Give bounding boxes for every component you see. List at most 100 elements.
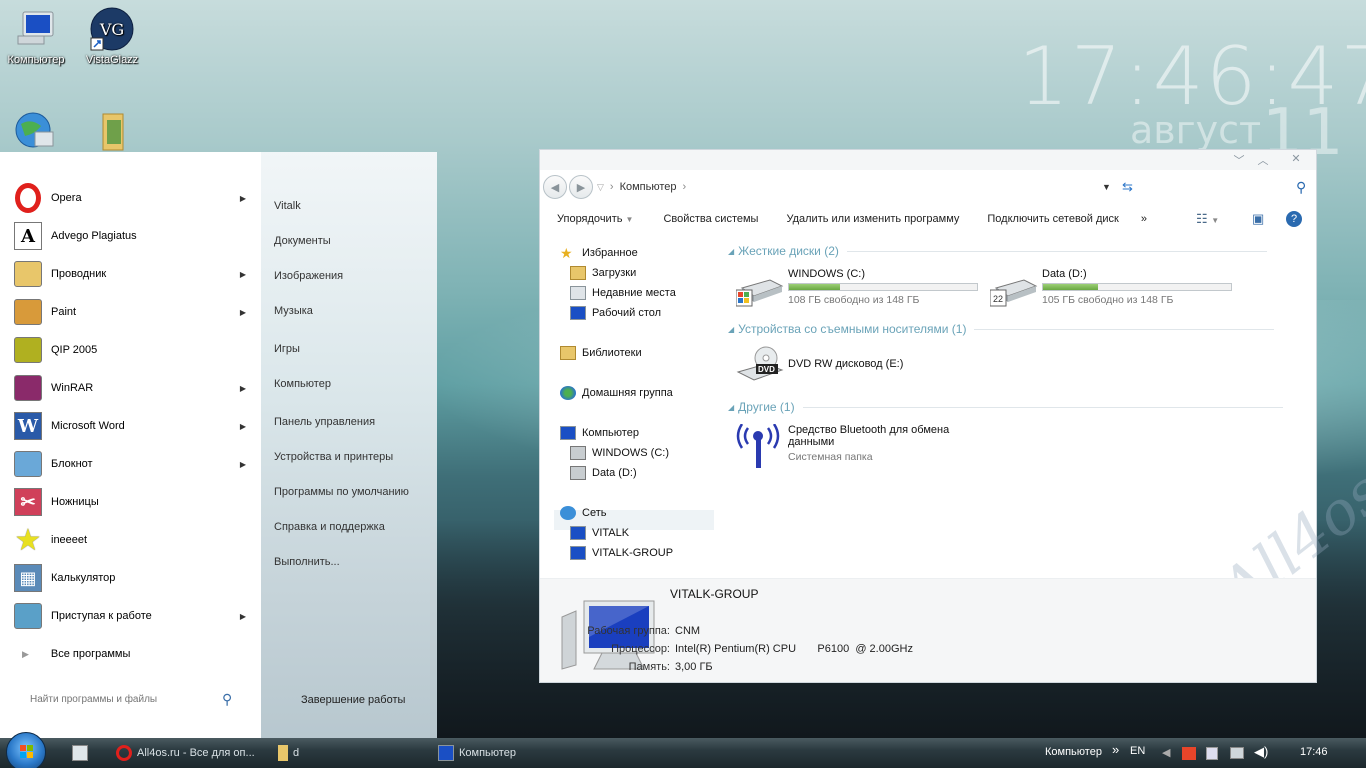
drive-d[interactable]: 22 Data (D:) 105 ГБ свободно из 148 ГБ — [989, 268, 1232, 308]
taskbar-clock[interactable]: 17:46 — [1300, 746, 1328, 758]
start-menu-place[interactable]: Устройства и принтеры — [274, 451, 393, 463]
start-menu-item[interactable]: Блокнот ▶ — [12, 446, 252, 482]
taskbar-item-opera[interactable]: All4os.ru - Все для оп... — [116, 738, 266, 768]
window-titlebar[interactable]: ﹀ ︿ ✕ — [540, 150, 1316, 170]
nav-favorites[interactable]: ★ Избранное — [560, 244, 638, 262]
start-menu-item[interactable]: ★ ineeeet — [12, 522, 252, 558]
start-menu-item[interactable]: Проводник ▶ — [12, 256, 252, 292]
nav-libraries[interactable]: Библиотеки — [560, 344, 642, 362]
tray-expand-icon[interactable]: ◀ — [1162, 746, 1170, 759]
start-menu-place[interactable]: Выполнить... — [274, 556, 340, 568]
help-icon[interactable]: ? — [1286, 211, 1302, 227]
more-commands-button[interactable]: » — [1141, 213, 1147, 225]
toolbar-computer[interactable]: Компьютер — [1045, 746, 1102, 758]
group-header-removable[interactable]: ◢ Устройства со съемными носителями (1) — [728, 322, 1275, 336]
back-button[interactable]: ◀ — [543, 175, 567, 199]
nav-homegroup[interactable]: Домашняя группа — [560, 384, 673, 402]
start-menu-search[interactable]: ⚲ — [12, 688, 257, 710]
tray-volume-icon[interactable]: ◀) — [1254, 744, 1268, 760]
group-header-hard-drives[interactable]: ◢ Жесткие диски (2) — [728, 244, 1267, 258]
tray-flag-icon[interactable] — [1182, 747, 1196, 760]
nav-drive-c[interactable]: WINDOWS (C:) — [570, 444, 669, 462]
desktop-icon-computer[interactable]: Компьютер — [0, 6, 72, 66]
search-icon[interactable]: ⚲ — [1296, 179, 1306, 196]
start-menu-place[interactable]: Документы — [274, 235, 331, 247]
computer-icon — [13, 6, 59, 52]
minimize-button[interactable]: ﹀ — [1228, 152, 1250, 167]
start-menu-item[interactable]: Paint ▶ — [12, 294, 252, 330]
shutdown-button[interactable]: Завершение работы — [301, 694, 405, 706]
start-menu-item[interactable]: QIP 2005 — [12, 332, 252, 368]
organize-button[interactable]: Упорядочить ▼ — [557, 213, 633, 225]
nav-drive-d[interactable]: Data (D:) — [570, 464, 637, 482]
system-properties-button[interactable]: Свойства системы — [663, 213, 758, 225]
desktop-icon-vistaglazz[interactable]: VG VistaGlazz — [76, 6, 148, 66]
start-menu-item[interactable]: ▦ Калькулятор — [12, 560, 252, 596]
start-button[interactable] — [6, 732, 46, 768]
tray-device-icon[interactable] — [1206, 747, 1218, 760]
submenu-arrow-icon[interactable]: ▶ — [240, 270, 246, 279]
search-icon[interactable]: ⚲ — [222, 691, 232, 708]
taskbar-item-computer[interactable]: Компьютер — [438, 738, 588, 768]
breadcrumb[interactable]: Компьютер — [620, 181, 677, 193]
close-button[interactable]: ✕ — [1285, 152, 1307, 166]
start-menu-item[interactable]: WinRAR ▶ — [12, 370, 252, 406]
desktop-icon-folder[interactable] — [76, 110, 148, 158]
taskbar-item-d[interactable]: d — [278, 738, 428, 768]
start-menu-place[interactable]: Компьютер — [274, 378, 331, 390]
search-input[interactable] — [12, 693, 222, 705]
drive-c[interactable]: WINDOWS (C:) 108 ГБ свободно из 148 ГБ — [735, 268, 978, 308]
network-icon — [560, 506, 576, 520]
details-processor: Процессор: Intel(R) Pentium(R) CPU P6100 … — [611, 643, 913, 655]
submenu-arrow-icon[interactable]: ▶ — [240, 194, 246, 203]
nav-computer[interactable]: Компьютер — [560, 424, 639, 442]
start-menu-place[interactable]: Панель управления — [274, 416, 375, 428]
submenu-arrow-icon[interactable]: ▶ — [240, 384, 246, 393]
details-memory: Память: 3,00 ГБ — [628, 661, 713, 673]
submenu-arrow-icon[interactable]: ▶ — [240, 612, 246, 621]
start-menu-place[interactable]: Справка и поддержка — [274, 521, 385, 533]
nav-recent-places[interactable]: Недавние места — [570, 284, 676, 302]
group-header-other[interactable]: ◢ Другие (1) — [728, 400, 1283, 414]
uninstall-program-button[interactable]: Удалить или изменить программу — [786, 213, 959, 225]
bluetooth-transfer[interactable]: Средство Bluetooth для обмена данными Си… — [736, 423, 949, 468]
address-dropdown-icon[interactable]: ▼ — [1102, 182, 1111, 192]
nav-downloads[interactable]: Загрузки — [570, 264, 636, 282]
dvd-drive[interactable]: DVD DVD RW дисковод (E:) — [736, 346, 903, 386]
submenu-arrow-icon[interactable]: ▶ — [240, 422, 246, 431]
refresh-icon[interactable]: ⇆ — [1122, 179, 1133, 195]
recent-dropdown-icon[interactable]: ▽ — [597, 182, 604, 193]
language-indicator[interactable]: EN — [1130, 745, 1145, 757]
nav-network-vitalk[interactable]: VITALK — [570, 524, 629, 542]
taskbar-show-desktop[interactable] — [72, 738, 102, 768]
drive-usage-fill — [789, 284, 840, 290]
view-options-icon[interactable]: ☷ ▼ — [1196, 211, 1219, 227]
nav-network[interactable]: Сеть — [560, 504, 606, 522]
start-menu-item[interactable]: W Microsoft Word ▶ — [12, 408, 252, 444]
preview-pane-icon[interactable]: ▣ — [1252, 211, 1264, 227]
map-network-drive-button[interactable]: Подключить сетевой диск — [987, 213, 1118, 225]
start-menu-item[interactable]: Opera ▶ — [12, 180, 252, 216]
start-menu-place[interactable]: Программы по умолчанию — [274, 486, 409, 498]
back-arrow-icon: ◀ — [550, 181, 560, 194]
start-menu-place[interactable]: Музыка — [274, 305, 313, 317]
start-menu-item[interactable]: Приступая к работе ▶ — [12, 598, 252, 634]
desktop-icon-network[interactable] — [0, 110, 72, 158]
start-menu-place[interactable]: Изображения — [274, 270, 343, 282]
maximize-button[interactable]: ︿ — [1252, 152, 1274, 167]
start-menu-item[interactable]: A Advego Plagiatus — [12, 218, 252, 254]
breadcrumb-arrow-icon[interactable]: › — [683, 181, 687, 193]
start-menu-place[interactable]: Vitalk — [274, 200, 301, 212]
vistaglazz-icon: VG — [89, 6, 135, 52]
toolbar-chevron[interactable]: » — [1112, 742, 1119, 757]
submenu-arrow-icon[interactable]: ▶ — [240, 308, 246, 317]
forward-button[interactable]: ▶ — [569, 175, 593, 199]
start-menu-place[interactable]: Игры — [274, 343, 300, 355]
breadcrumb-separator-icon: › — [609, 181, 614, 193]
start-menu-item[interactable]: ✂ Ножницы — [12, 484, 252, 520]
submenu-arrow-icon[interactable]: ▶ — [240, 460, 246, 469]
tray-network-icon[interactable] — [1230, 747, 1244, 759]
nav-desktop[interactable]: Рабочий стол — [570, 304, 661, 322]
all-programs-link[interactable]: ▶ Все программы — [22, 648, 130, 660]
nav-network-vitalk-group[interactable]: VITALK-GROUP — [570, 544, 673, 562]
